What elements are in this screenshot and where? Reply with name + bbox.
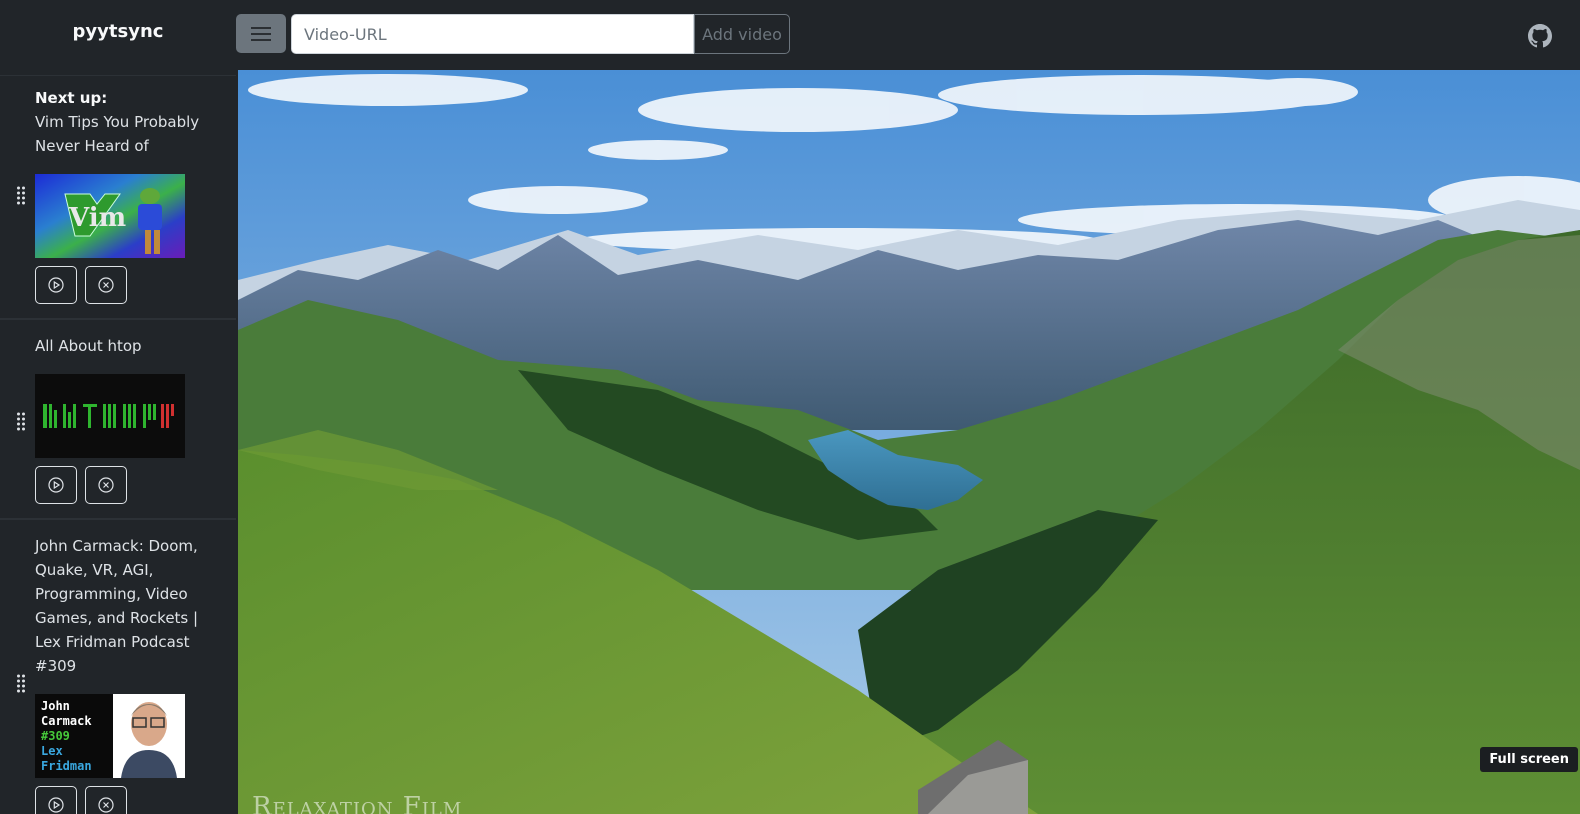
thumb-text: htop — [35, 374, 38, 375]
video-player[interactable]: Relaxation Film Full screen — [238, 70, 1580, 814]
video-url-input[interactable] — [291, 14, 694, 54]
brand-title[interactable]: pyytsync — [73, 21, 164, 42]
queue-item-title: All About htop — [35, 337, 142, 355]
queue-item-title: John Carmack: Doom, Quake, VR, AGI, Prog… — [35, 537, 199, 675]
play-button[interactable] — [35, 466, 77, 504]
queue-item[interactable]: John Carmack: Doom, Quake, VR, AGI, Prog… — [0, 519, 236, 814]
video-watermark: Relaxation Film — [252, 792, 463, 814]
brand-area: pyytsync — [0, 0, 236, 70]
x-circle-icon — [98, 797, 114, 813]
queue-item[interactable]: Next up: Vim Tips You Probably Never Hea… — [0, 75, 236, 319]
menu-toggle-button[interactable] — [236, 14, 286, 53]
video-thumbnail: John Carmack #309 Lex Fridman — [35, 694, 185, 778]
github-icon[interactable] — [1528, 24, 1552, 48]
thumb-line: #309 — [41, 729, 70, 743]
thumb-line: John — [41, 699, 70, 713]
play-circle-icon — [48, 797, 64, 813]
x-circle-icon — [98, 477, 114, 493]
drag-handle-icon[interactable] — [16, 674, 26, 696]
queue-item[interactable]: All About htop htop — [0, 319, 236, 519]
remove-button[interactable] — [85, 266, 127, 304]
thumb-line: Lex — [41, 744, 63, 758]
fullscreen-button[interactable]: Full screen — [1480, 747, 1578, 772]
play-button[interactable] — [35, 266, 77, 304]
top-bar: Add video — [236, 0, 1580, 70]
queue-item-title: Vim Tips You Probably Never Heard of — [35, 113, 200, 155]
thumb-line: Fridman — [41, 759, 92, 773]
remove-button[interactable] — [85, 786, 127, 814]
remove-button[interactable] — [85, 466, 127, 504]
play-circle-icon — [48, 277, 64, 293]
drag-handle-icon[interactable] — [16, 412, 26, 434]
play-circle-icon — [48, 477, 64, 493]
thumb-line: Carmack — [41, 714, 92, 728]
next-up-label: Next up: — [35, 89, 108, 107]
drag-handle-icon[interactable] — [16, 186, 26, 208]
play-button[interactable] — [35, 786, 77, 814]
video-thumbnail: htop — [35, 374, 185, 458]
video-thumbnail: Vim — [35, 174, 185, 258]
queue-sidebar: Next up: Vim Tips You Probably Never Hea… — [0, 75, 236, 814]
x-circle-icon — [98, 277, 114, 293]
hamburger-icon — [251, 26, 271, 41]
thumb-text: Vim — [68, 203, 126, 233]
add-video-button[interactable]: Add video — [694, 14, 790, 54]
video-frame — [238, 70, 1580, 814]
